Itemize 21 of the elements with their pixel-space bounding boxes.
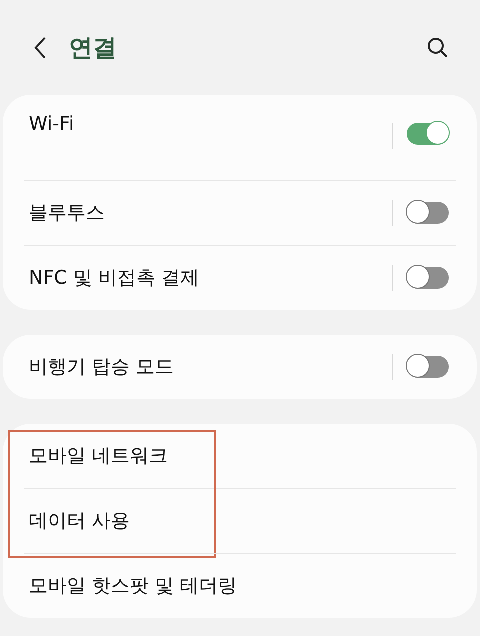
settings-row[interactable]: Wi-Fi <box>3 95 477 180</box>
settings-row[interactable]: 모바일 네트워크 <box>3 424 477 488</box>
setting-label: NFC 및 비접촉 결제 <box>29 266 201 291</box>
toggle-switch[interactable] <box>407 202 449 224</box>
search-icon[interactable] <box>427 36 449 58</box>
settings-row[interactable]: 블루투스 <box>3 181 477 245</box>
setting-label: Wi-Fi <box>29 113 76 135</box>
page-title: 연결 <box>69 32 118 64</box>
setting-label: 모바일 네트워크 <box>29 444 170 469</box>
setting-label: 데이터 사용 <box>29 509 132 534</box>
setting-label: 블루투스 <box>29 201 106 226</box>
back-icon[interactable] <box>33 36 47 60</box>
setting-label: 비행기 탑승 모드 <box>29 355 176 380</box>
settings-row[interactable]: 모바일 핫스팟 및 테더링 <box>3 554 477 618</box>
settings-row[interactable]: NFC 및 비접촉 결제 <box>3 246 477 310</box>
settings-row[interactable]: 비행기 탑승 모드 <box>3 335 477 399</box>
toggle-switch[interactable] <box>407 123 449 145</box>
toggle-switch[interactable] <box>407 267 449 289</box>
setting-label: 모바일 핫스팟 및 테더링 <box>29 574 238 599</box>
settings-row[interactable]: 데이터 사용 <box>3 489 477 553</box>
toggle-switch[interactable] <box>407 356 449 378</box>
